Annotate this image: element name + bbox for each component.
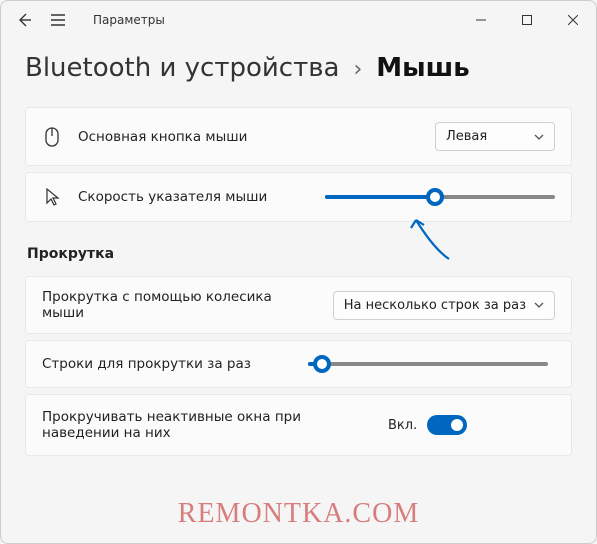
wheel-scroll-value: На несколько строк за раз bbox=[344, 298, 526, 313]
inactive-scroll-toggle[interactable] bbox=[427, 415, 467, 435]
section-scroll-title: Прокрутка bbox=[27, 246, 572, 262]
wheel-scroll-label: Прокрутка с помощью колесика мыши bbox=[42, 289, 317, 321]
slider-track bbox=[308, 362, 548, 366]
hamburger-icon bbox=[50, 13, 66, 27]
minimize-button[interactable] bbox=[458, 1, 504, 39]
primary-button-select[interactable]: Левая bbox=[435, 122, 555, 151]
menu-button[interactable] bbox=[49, 11, 67, 29]
close-button[interactable] bbox=[550, 1, 596, 39]
slider-fill bbox=[325, 195, 436, 199]
maximize-icon bbox=[522, 15, 532, 25]
wheel-scroll-row: Прокрутка с помощью колесика мыши На нес… bbox=[25, 276, 572, 334]
lines-scroll-label: Строки для прокрутки за раз bbox=[42, 356, 292, 372]
breadcrumb: Bluetooth и устройства › Мышь bbox=[25, 53, 572, 83]
content: Bluetooth и устройства › Мышь Основная к… bbox=[1, 39, 596, 543]
breadcrumb-separator: › bbox=[353, 57, 362, 82]
window-controls bbox=[458, 1, 596, 39]
close-icon bbox=[568, 15, 578, 25]
settings-window: Параметры Bluetooth и устройства › Мышь … bbox=[0, 0, 597, 544]
wheel-scroll-select[interactable]: На несколько строк за раз bbox=[333, 291, 555, 320]
pointer-speed-label: Скорость указателя мыши bbox=[78, 189, 309, 205]
slider-thumb[interactable] bbox=[426, 188, 444, 206]
inactive-scroll-state: Вкл. bbox=[388, 418, 417, 433]
app-title: Параметры bbox=[93, 13, 165, 27]
primary-button-row: Основная кнопка мыши Левая bbox=[25, 107, 572, 166]
breadcrumb-parent[interactable]: Bluetooth и устройства bbox=[25, 53, 339, 83]
mouse-icon bbox=[42, 127, 62, 147]
inactive-scroll-row: Прокручивать неактивные окна при наведен… bbox=[25, 394, 572, 456]
breadcrumb-current: Мышь bbox=[376, 53, 469, 83]
titlebar: Параметры bbox=[1, 1, 596, 39]
pointer-speed-row: Скорость указателя мыши bbox=[25, 172, 572, 222]
lines-scroll-slider[interactable] bbox=[308, 355, 548, 373]
cursor-icon bbox=[42, 187, 62, 207]
primary-button-label: Основная кнопка мыши bbox=[78, 129, 419, 145]
minimize-icon bbox=[476, 15, 486, 25]
slider-thumb[interactable] bbox=[313, 355, 331, 373]
chevron-down-icon bbox=[534, 134, 544, 140]
inactive-scroll-label: Прокручивать неактивные окна при наведен… bbox=[42, 409, 372, 441]
maximize-button[interactable] bbox=[504, 1, 550, 39]
lines-scroll-row: Строки для прокрутки за раз bbox=[25, 340, 572, 388]
arrow-left-icon bbox=[16, 12, 32, 28]
chevron-down-icon bbox=[534, 302, 544, 308]
pointer-speed-slider[interactable] bbox=[325, 188, 556, 206]
primary-button-value: Левая bbox=[446, 129, 487, 144]
back-button[interactable] bbox=[15, 11, 33, 29]
